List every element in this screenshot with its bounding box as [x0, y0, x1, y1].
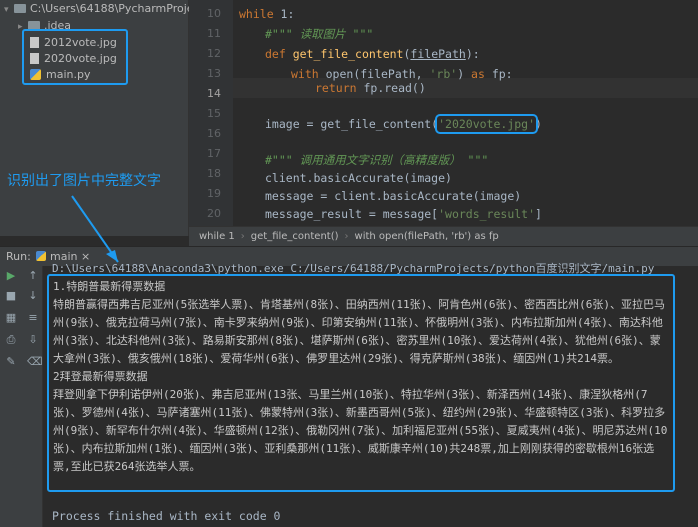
code-line-10[interactable]: while 1: — [239, 4, 294, 24]
run-toolbar-secondary: ↑ ↓ ≡ ⇩ ⌫ — [22, 266, 43, 527]
breadcrumb-item[interactable]: while 1 — [199, 231, 235, 242]
code-token: while — [239, 7, 274, 21]
image-filename-highlight: '2020vote.jpg' — [435, 114, 539, 134]
code-token: ): — [465, 47, 480, 61]
print-icon[interactable]: ⎙ — [5, 334, 17, 346]
code-line-14[interactable]: return fp.read() — [315, 78, 426, 98]
output-line: 1.特朗普最新得票数据 — [53, 280, 166, 293]
output-line: 特朗普赢得西弗吉尼亚州(5张选举人票)、肯塔基州(8张)、田纳西州(11张)、阿… — [53, 298, 665, 365]
files-highlight-box — [22, 29, 128, 85]
line-number: 17 — [207, 147, 221, 160]
layout-icon[interactable]: ▦ — [5, 312, 17, 324]
code-line-21[interactable]: message_result = message['words_result'] — [265, 204, 542, 224]
code-token: ) — [457, 67, 472, 81]
breadcrumb-separator: › — [240, 231, 245, 242]
line-number: 13 — [207, 67, 221, 80]
code-token: fp.read() — [363, 81, 426, 95]
code-line-19[interactable]: client.basicAccurate(image) — [265, 168, 452, 188]
python-file-icon — [36, 251, 46, 261]
run-console[interactable]: D:\Users\64188\Anaconda3\python.exe C:/U… — [43, 262, 698, 527]
folder-icon — [14, 3, 26, 13]
expand-arrow-icon[interactable]: ▾ — [4, 1, 14, 19]
breadcrumb-item[interactable]: get_file_content() — [251, 231, 339, 242]
code-token: fp: — [484, 67, 513, 81]
line-number: 14 — [207, 87, 221, 100]
line-number: 10 — [207, 7, 221, 20]
line-number-gutter: 10 11 12 13 14 15 16 17 18 19 20 21 — [189, 0, 233, 240]
line-number: 16 — [207, 127, 221, 140]
rerun-icon[interactable]: ▶ — [5, 270, 17, 282]
scroll-to-end-icon[interactable]: ⇩ — [27, 334, 39, 346]
breadcrumb-item[interactable]: with open(filePath, 'rb') as fp — [355, 231, 499, 242]
line-number: 20 — [207, 207, 221, 220]
line-number: 15 — [207, 107, 221, 120]
annotation-text: 识别出了图片中完整文字 — [7, 173, 161, 189]
code-token: def — [265, 47, 293, 61]
scroll-down-icon[interactable]: ↓ — [27, 290, 39, 302]
project-tree-panel: ▾ C:\Users\64188\PycharmProjects\pyt ▸ .id… — [0, 0, 231, 236]
code-token: 'words_result' — [438, 207, 536, 221]
pin-icon[interactable]: ✎ — [5, 356, 17, 368]
code-token: get_file_content — [292, 47, 404, 61]
run-label: Run: — [6, 250, 31, 263]
code-line-18[interactable]: #""" 调用通用文字识别（高精度版） """ — [265, 150, 488, 170]
code-editor[interactable]: while 1: #""" 读取图片 """ def get_file_cont… — [233, 0, 698, 236]
exit-message: Process finished with exit code 0 — [52, 509, 281, 523]
breadcrumb-separator: › — [344, 231, 349, 242]
run-toolbar: ▶ ■ ▦ ⎙ ✎ — [0, 266, 22, 527]
line-number: 12 — [207, 47, 221, 60]
code-token: as — [471, 67, 485, 81]
output-line: 2拜登最新得票数据 — [53, 370, 148, 383]
stop-icon[interactable]: ■ — [5, 290, 17, 302]
code-token: 'rb' — [429, 67, 458, 81]
code-token: return — [315, 81, 364, 95]
code-token: ) — [535, 117, 542, 131]
scroll-up-icon[interactable]: ↑ — [27, 270, 39, 282]
ocr-output-highlight-box: 1.特朗普最新得票数据 特朗普赢得西弗吉尼亚州(5张选举人票)、肯塔基州(8张)… — [47, 274, 675, 492]
breadcrumb: while 1 › get_file_content() › with open(fil… — [189, 226, 698, 247]
trash-icon[interactable]: ⌫ — [27, 356, 43, 368]
code-token: image = get_file_content( — [265, 117, 439, 131]
code-line-12[interactable]: def get_file_content(filePath): — [265, 44, 480, 64]
soft-wrap-icon[interactable]: ≡ — [27, 312, 39, 324]
output-line: 拜登则拿下伊利诺伊州(20张)、弗吉尼亚州(13张、马里兰州(10张)、特拉华州… — [53, 388, 668, 473]
code-token: message_result = message[ — [265, 207, 439, 221]
code-line-16[interactable]: image = get_file_content('2020vote.jpg') — [265, 114, 542, 134]
line-number: 18 — [207, 167, 221, 180]
line-number: 11 — [207, 27, 221, 40]
code-token: 1: — [273, 7, 295, 21]
code-line-11[interactable]: #""" 读取图片 """ — [265, 24, 373, 44]
code-token: filePath — [410, 47, 466, 61]
line-number: 19 — [207, 187, 221, 200]
code-token: ] — [535, 207, 542, 221]
code-line-20[interactable]: message = client.basicAccurate(image) — [265, 186, 521, 206]
